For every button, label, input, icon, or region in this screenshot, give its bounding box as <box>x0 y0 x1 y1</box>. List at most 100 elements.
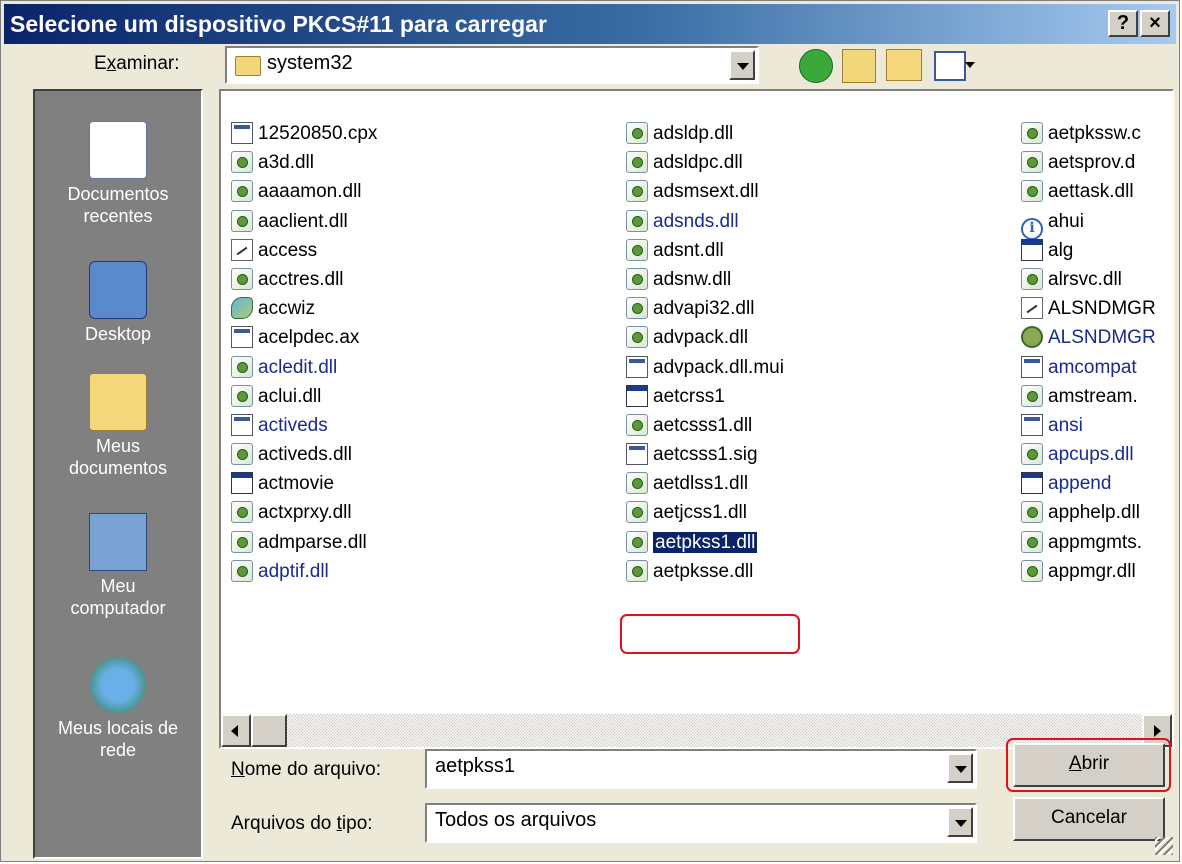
filename-dropdown-button[interactable] <box>947 753 973 783</box>
place-my-computer[interactable]: Meu computador <box>35 513 201 619</box>
file-name: aetcsss1.dll <box>653 414 753 436</box>
file-item[interactable]: advpack.dll.mui <box>626 353 784 382</box>
file-item[interactable]: aetjcss1.dll <box>626 498 784 527</box>
file-item[interactable]: aetpksse.dll <box>626 557 784 586</box>
file-item[interactable]: apcups.dll <box>1021 440 1156 469</box>
file-name: actxprxy.dll <box>258 502 352 524</box>
file-item[interactable]: apphelp.dll <box>1021 498 1156 527</box>
file-item[interactable]: amstream. <box>1021 382 1156 411</box>
file-item[interactable]: aetcsss1.dll <box>626 411 784 440</box>
file-item[interactable]: alrsvc.dll <box>1021 265 1156 294</box>
file-list[interactable]: 12520850.cpx a3d.dll aaaamon.dll aaclient.d… <box>219 89 1174 749</box>
file-item[interactable]: advapi32.dll <box>626 294 784 323</box>
help-button[interactable]: ? <box>1108 10 1138 37</box>
close-button[interactable]: × <box>1140 10 1170 37</box>
file-dll-icon <box>1021 267 1043 290</box>
file-item[interactable]: admparse.dll <box>231 528 377 557</box>
file-item[interactable]: activeds <box>231 411 377 440</box>
filename-input[interactable]: aetpkss1 <box>425 749 977 789</box>
look-in-combobox[interactable]: system32 <box>225 46 759 84</box>
file-item[interactable]: alg <box>1021 236 1156 265</box>
file-item[interactable]: aaclient.dll <box>231 207 377 236</box>
cancel-button[interactable]: Cancelar <box>1013 797 1165 841</box>
file-item[interactable]: 12520850.cpx <box>231 119 377 148</box>
file-item[interactable]: accwiz <box>231 294 377 323</box>
file-name: aetpkss1.dll <box>651 530 759 554</box>
file-name: adsmsext.dll <box>653 181 759 203</box>
resize-grip[interactable] <box>1155 837 1173 855</box>
file-name: amstream. <box>1048 385 1138 407</box>
file-item[interactable]: adsnt.dll <box>626 236 784 265</box>
up-folder-icon[interactable] <box>842 49 876 83</box>
file-item[interactable]: actmovie <box>231 469 377 498</box>
file-name: accwiz <box>258 298 316 320</box>
file-name: aetdlss1.dll <box>653 473 749 495</box>
file-name: apcups.dll <box>1048 444 1134 466</box>
file-item[interactable]: i ahui <box>1021 207 1156 240</box>
file-item[interactable]: acctres.dll <box>231 265 377 294</box>
file-item[interactable]: acledit.dll <box>231 353 377 382</box>
file-item[interactable]: adsnw.dll <box>626 265 784 294</box>
place-desktop[interactable]: Desktop <box>35 261 201 345</box>
places-bar: Documentos recentes Desktop Meus documen… <box>33 89 203 859</box>
file-dll-icon <box>1021 384 1043 407</box>
scroll-left-button[interactable] <box>221 714 251 747</box>
file-name: acledit.dll <box>258 356 338 378</box>
file-item[interactable]: aetcrss1 <box>626 382 784 411</box>
file-item[interactable]: aetpkssw.c <box>1021 119 1156 148</box>
file-item[interactable]: adsldpc.dll <box>626 148 784 177</box>
file-item[interactable]: aetpkss1.dll <box>626 528 784 557</box>
file-item[interactable]: adsnds.dll <box>626 207 784 236</box>
file-item[interactable]: ALSNDMGR <box>1021 323 1156 352</box>
file-name: aaaamon.dll <box>258 181 362 203</box>
file-item[interactable]: aettask.dll <box>1021 177 1156 206</box>
new-folder-icon[interactable] <box>886 49 922 81</box>
file-item[interactable]: aetsprov.d <box>1021 148 1156 177</box>
file-item[interactable]: aetdlss1.dll <box>626 469 784 498</box>
file-name: actmovie <box>258 473 335 495</box>
file-item[interactable]: advpack.dll <box>626 323 784 352</box>
file-item[interactable]: aetcsss1.sig <box>626 440 784 469</box>
file-item[interactable]: acelpdec.ax <box>231 323 377 352</box>
file-dll-icon <box>231 209 253 232</box>
file-item[interactable]: append <box>1021 469 1156 498</box>
scroll-thumb[interactable] <box>251 714 287 747</box>
filetype-dropdown-button[interactable] <box>947 807 973 837</box>
view-menu-icon[interactable] <box>934 51 966 81</box>
file-item[interactable]: a3d.dll <box>231 148 377 177</box>
file-item[interactable]: aclui.dll <box>231 382 377 411</box>
folder-icon <box>235 56 261 76</box>
place-recent-documents[interactable]: Documentos recentes <box>35 121 201 227</box>
file-item[interactable]: actxprxy.dll <box>231 498 377 527</box>
file-name: ALSNDMGR <box>1048 327 1156 349</box>
place-my-documents[interactable]: Meus documentos <box>35 373 201 479</box>
file-item[interactable]: activeds.dll <box>231 440 377 469</box>
file-dll-icon <box>626 472 648 495</box>
file-dll-icon <box>626 559 648 582</box>
file-item[interactable]: appmgr.dll <box>1021 557 1156 586</box>
file-gen-icon <box>626 355 648 378</box>
file-gen-icon <box>1021 355 1043 378</box>
file-wiz-icon <box>231 297 253 320</box>
file-item[interactable]: ansi <box>1021 411 1156 440</box>
file-item[interactable]: aaaamon.dll <box>231 177 377 206</box>
file-item[interactable]: ALSNDMGR <box>1021 294 1156 323</box>
back-icon[interactable] <box>799 49 833 83</box>
file-item[interactable]: amcompat <box>1021 353 1156 382</box>
file-item[interactable]: adsldp.dll <box>626 119 784 148</box>
file-app-icon <box>1021 472 1043 495</box>
filetype-select[interactable]: Todos os arquivos <box>425 803 977 843</box>
file-name: adsldpc.dll <box>653 152 743 174</box>
file-item[interactable]: appmgmts. <box>1021 528 1156 557</box>
file-dll-icon <box>626 180 648 203</box>
file-item[interactable]: adsmsext.dll <box>626 177 784 206</box>
file-grn-icon <box>1021 326 1043 349</box>
file-item[interactable]: access <box>231 236 377 265</box>
look-in-dropdown-button[interactable] <box>729 50 755 80</box>
place-network[interactable]: Meus locais de rede <box>35 657 201 761</box>
file-item[interactable]: adptif.dll <box>231 557 377 586</box>
file-name: ALSNDMGR <box>1048 298 1156 320</box>
view-menu-arrow-icon[interactable] <box>965 62 975 68</box>
title-bar[interactable]: Selecione um dispositivo PKCS#11 para ca… <box>4 4 1176 44</box>
file-name: admparse.dll <box>258 531 367 553</box>
